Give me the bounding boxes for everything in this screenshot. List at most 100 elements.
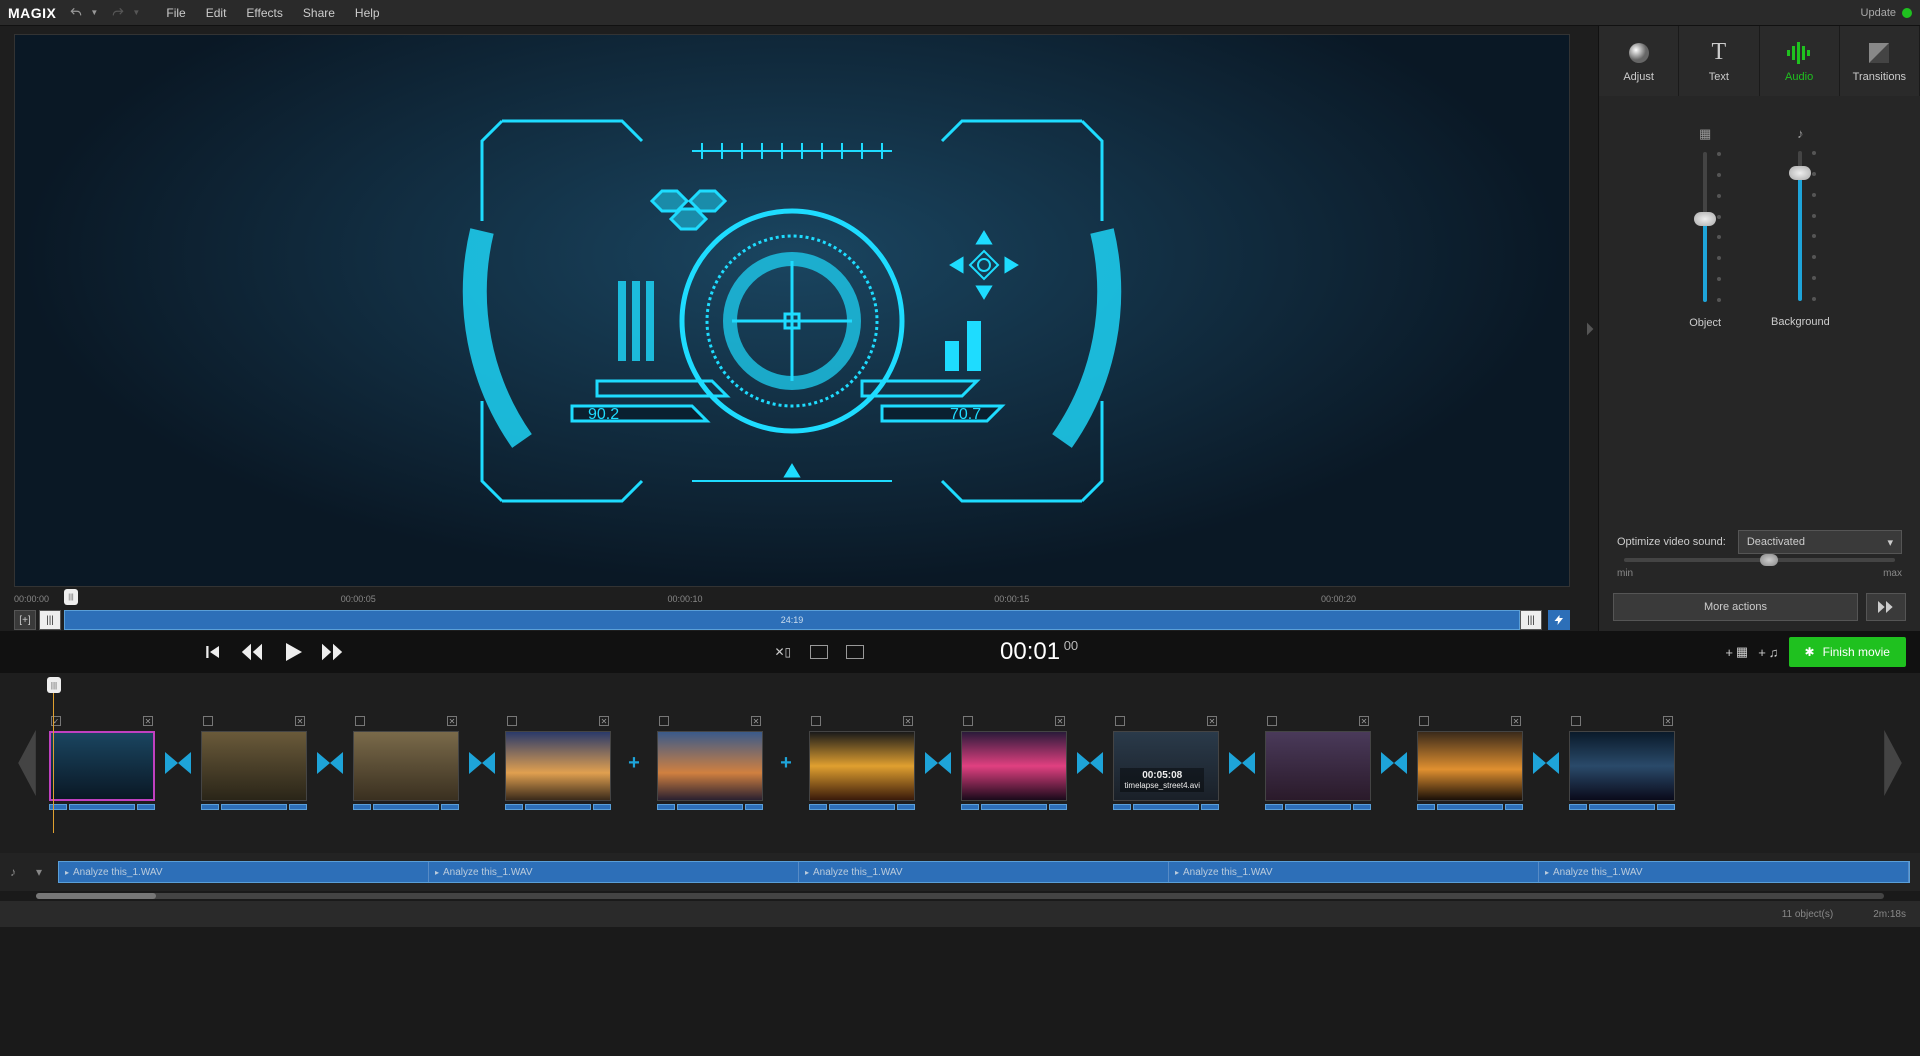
- cut-mode-button[interactable]: ✕▯: [774, 645, 792, 659]
- clip-thumbnail[interactable]: [657, 731, 763, 801]
- auto-fill-button[interactable]: [1548, 610, 1570, 630]
- rewind-button[interactable]: [240, 643, 262, 661]
- clip-trim-bar[interactable]: [49, 804, 155, 812]
- slider-track[interactable]: [1703, 152, 1707, 302]
- clip-thumbnail[interactable]: [809, 731, 915, 801]
- undo-dropdown-icon[interactable]: ▼: [84, 3, 104, 23]
- clip-thumbnail[interactable]: [49, 731, 155, 801]
- skip-end-button[interactable]: [1866, 593, 1906, 621]
- add-audio-button[interactable]: +♫: [1758, 645, 1778, 660]
- slider-track[interactable]: [1798, 151, 1802, 301]
- video-preview[interactable]: 90.2 70.7: [14, 34, 1570, 587]
- clip-select-checkbox[interactable]: [355, 716, 365, 726]
- menu-edit[interactable]: Edit: [196, 6, 237, 20]
- add-video-button[interactable]: +▦: [1725, 644, 1748, 660]
- audio-segment[interactable]: Analyze this_1.WAV: [1539, 862, 1909, 882]
- optimize-select[interactable]: Deactivated ▾: [1738, 530, 1902, 554]
- transition-button[interactable]: [1381, 728, 1407, 798]
- audio-segment[interactable]: Analyze this_1.WAV: [429, 862, 799, 882]
- clip-select-checkbox[interactable]: [1571, 716, 1581, 726]
- clip-remove-button[interactable]: ✕: [447, 716, 457, 726]
- menu-effects[interactable]: Effects: [236, 6, 292, 20]
- time-ruler[interactable]: 00:00:00 00:00:05 00:00:10 00:00:15 00:0…: [14, 591, 1570, 607]
- transition-button[interactable]: +: [621, 728, 647, 798]
- clip-remove-button[interactable]: ✕: [903, 716, 913, 726]
- update-indicator[interactable]: Update: [1861, 7, 1912, 19]
- clip-remove-button[interactable]: ✕: [1055, 716, 1065, 726]
- clip-thumbnail[interactable]: [353, 731, 459, 801]
- clip-trim-bar[interactable]: [353, 804, 459, 812]
- clip[interactable]: ✕: [961, 714, 1067, 812]
- clip[interactable]: ✕: [201, 714, 307, 812]
- clip-thumbnail[interactable]: [1569, 731, 1675, 801]
- optimize-knob[interactable]: [1760, 554, 1778, 566]
- clip-remove-button[interactable]: ✕: [751, 716, 761, 726]
- clip[interactable]: ✕ 00:05:08timelapse_street4.avi: [1113, 714, 1219, 812]
- clip[interactable]: ✕: [1417, 714, 1523, 812]
- audio-track[interactable]: Analyze this_1.WAVAnalyze this_1.WAVAnal…: [58, 861, 1910, 883]
- clip[interactable]: ✕: [1265, 714, 1371, 812]
- clip-select-checkbox[interactable]: [659, 716, 669, 726]
- clip-thumbnail[interactable]: [961, 731, 1067, 801]
- clip-thumbnail[interactable]: [1265, 731, 1371, 801]
- clip[interactable]: ✕: [1569, 714, 1675, 812]
- collapse-side-panel-button[interactable]: [1584, 26, 1598, 631]
- audio-segment[interactable]: Analyze this_1.WAV: [1169, 862, 1539, 882]
- clip-trim-bar[interactable]: [201, 804, 307, 812]
- playhead-icon[interactable]: |||: [64, 589, 78, 605]
- view-mode-b-button[interactable]: [846, 645, 864, 659]
- storyboard-next-button[interactable]: [1876, 703, 1910, 823]
- redo-dropdown-icon[interactable]: ▼: [126, 3, 146, 23]
- clip[interactable]: ✕: [353, 714, 459, 812]
- clip-trim-bar[interactable]: [1417, 804, 1523, 812]
- transition-button[interactable]: [165, 728, 191, 798]
- clip-select-checkbox[interactable]: [963, 716, 973, 726]
- clip-select-checkbox[interactable]: [1115, 716, 1125, 726]
- redo-icon[interactable]: [108, 3, 128, 23]
- clip-trim-bar[interactable]: [1265, 804, 1371, 812]
- clip-select-checkbox[interactable]: [1267, 716, 1277, 726]
- clip-trim-bar[interactable]: [961, 804, 1067, 812]
- clip-thumbnail[interactable]: [1417, 731, 1523, 801]
- clip-select-checkbox[interactable]: [1419, 716, 1429, 726]
- menu-file[interactable]: File: [156, 6, 195, 20]
- transition-button[interactable]: +: [773, 728, 799, 798]
- transition-button[interactable]: [1077, 728, 1103, 798]
- transition-button[interactable]: [469, 728, 495, 798]
- expand-track-button[interactable]: [+]: [14, 610, 36, 630]
- clip[interactable]: ✕: [809, 714, 915, 812]
- transition-button[interactable]: [317, 728, 343, 798]
- tab-audio[interactable]: Audio: [1760, 26, 1840, 96]
- clip-remove-button[interactable]: ✕: [1207, 716, 1217, 726]
- slider-knob[interactable]: [1694, 212, 1716, 226]
- clip-select-checkbox[interactable]: [203, 716, 213, 726]
- audio-segment[interactable]: Analyze this_1.WAV: [59, 862, 429, 882]
- clip-select-checkbox[interactable]: [507, 716, 517, 726]
- range-start-handle[interactable]: |||: [39, 610, 61, 630]
- clip-remove-button[interactable]: ✕: [1663, 716, 1673, 726]
- transition-button[interactable]: [1229, 728, 1255, 798]
- audio-segment[interactable]: Analyze this_1.WAV: [799, 862, 1169, 882]
- clip-thumbnail[interactable]: [201, 731, 307, 801]
- clip[interactable]: ✓✕: [49, 714, 155, 812]
- clip-remove-button[interactable]: ✕: [1359, 716, 1369, 726]
- scroll-thumb[interactable]: [36, 893, 156, 899]
- forward-button[interactable]: [322, 643, 344, 661]
- tab-text[interactable]: T Text: [1679, 26, 1759, 96]
- range-bar[interactable]: 24:19: [64, 610, 1520, 630]
- transition-button[interactable]: [1533, 728, 1559, 798]
- clip[interactable]: ✕: [505, 714, 611, 812]
- clip-remove-button[interactable]: ✕: [1511, 716, 1521, 726]
- clip-thumbnail[interactable]: 00:05:08timelapse_street4.avi: [1113, 731, 1219, 801]
- clip[interactable]: ✕: [657, 714, 763, 812]
- clip-select-checkbox[interactable]: [811, 716, 821, 726]
- clip-trim-bar[interactable]: [505, 804, 611, 812]
- transition-button[interactable]: [925, 728, 951, 798]
- view-mode-a-button[interactable]: [810, 645, 828, 659]
- storyboard-playhead[interactable]: |||: [47, 677, 61, 693]
- clip-thumbnail[interactable]: [505, 731, 611, 801]
- finish-movie-button[interactable]: ✱ Finish movie: [1789, 637, 1906, 667]
- menu-help[interactable]: Help: [345, 6, 390, 20]
- clip-trim-bar[interactable]: [1113, 804, 1219, 812]
- timecode-display[interactable]: 00:01 00: [1000, 638, 1078, 667]
